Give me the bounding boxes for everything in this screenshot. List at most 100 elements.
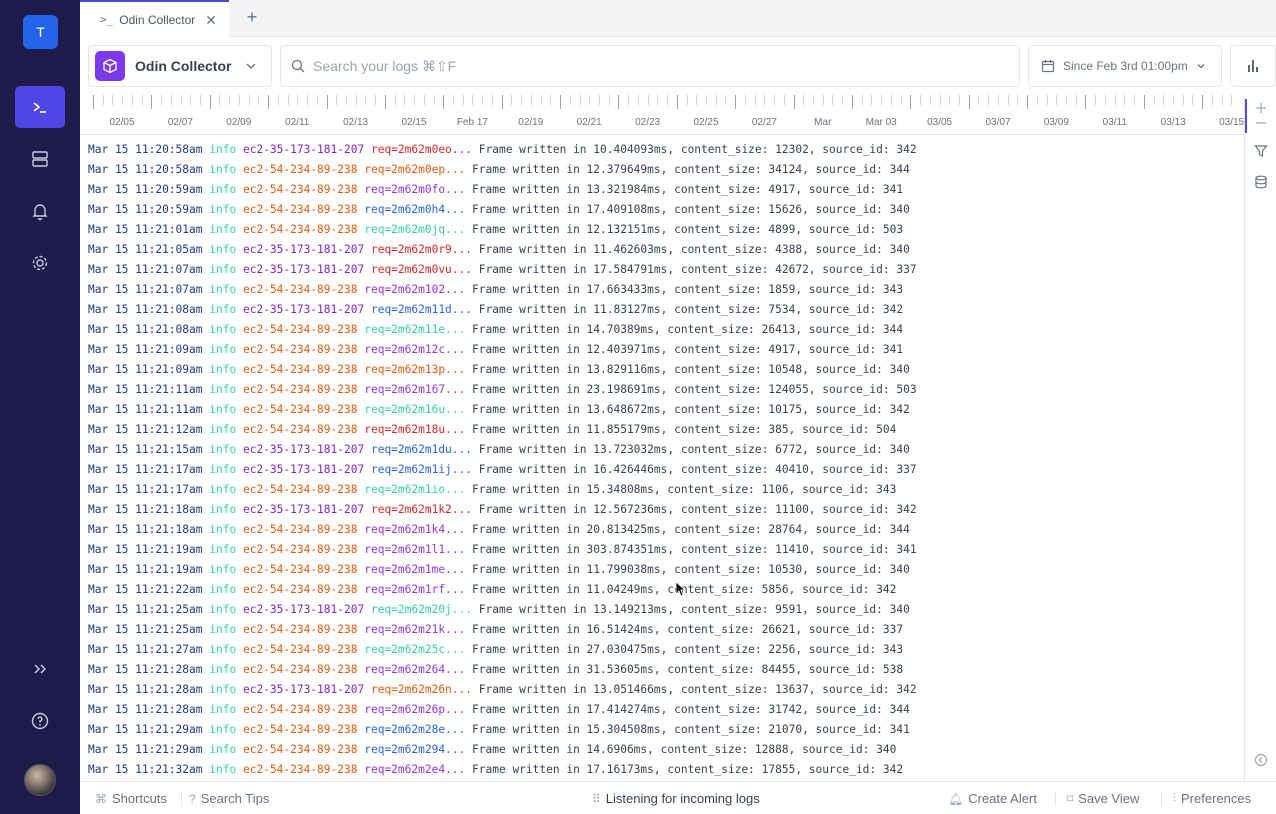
log-level: info [209, 263, 237, 276]
plus-icon [1256, 103, 1266, 113]
terminal-icon: >_ [100, 13, 114, 26]
database-button[interactable] [1253, 174, 1269, 190]
search-tips-button[interactable]: ? Search Tips [189, 791, 269, 806]
log-row[interactable]: Mar 15 11:21:17am info ec2-35-173-181-20… [88, 460, 917, 480]
log-row[interactable]: Mar 15 11:21:28am info ec2-54-234-89-238… [88, 700, 910, 720]
workspace-avatar[interactable]: T [23, 15, 58, 49]
calendar-icon [1041, 60, 1055, 73]
log-row[interactable]: Mar 15 11:21:07am info ec2-35-173-181-20… [88, 260, 917, 280]
timeline-tick [968, 95, 970, 109]
timeline-tick [1036, 95, 1038, 105]
log-row[interactable]: Mar 15 11:21:08am info ec2-54-234-89-238… [88, 320, 903, 340]
log-row[interactable]: Mar 15 11:21:11am info ec2-54-234-89-238… [88, 380, 917, 400]
log-row[interactable]: Mar 15 11:21:27am info ec2-54-234-89-238… [88, 640, 903, 660]
timeline-tick [890, 95, 892, 105]
zoom-in-button[interactable] [1253, 100, 1269, 116]
chart-toggle-button[interactable] [1230, 45, 1276, 87]
log-row[interactable]: Mar 15 11:21:07am info ec2-54-234-89-238… [88, 280, 903, 300]
create-alert-button[interactable]: 🔔︎ Create Alert [948, 791, 1037, 806]
filter-button[interactable] [1253, 143, 1269, 159]
timeline-tick [881, 95, 883, 105]
log-row[interactable]: Mar 15 11:21:08am info ec2-35-173-181-20… [88, 300, 903, 320]
log-request-id: req=2m62m167... [364, 383, 466, 396]
log-host: ec2-54-234-89-238 [242, 643, 358, 656]
log-host: ec2-54-234-89-238 [242, 403, 358, 416]
log-timestamp: Mar 15 11:21:15am [88, 443, 203, 456]
log-row[interactable]: Mar 15 11:21:28am info ec2-35-173-181-20… [88, 680, 917, 700]
log-row[interactable]: Mar 15 11:21:22am info ec2-54-234-89-238… [88, 580, 896, 600]
log-timestamp: Mar 15 11:21:01am [88, 223, 203, 236]
shortcuts-label: Shortcuts [112, 791, 167, 806]
log-row[interactable]: Mar 15 11:21:28am info ec2-54-234-89-238… [88, 660, 903, 680]
timeline-tick [657, 95, 659, 105]
timeline-tick [1007, 95, 1009, 105]
nav-sources-button[interactable] [15, 138, 65, 180]
log-row[interactable]: Mar 15 11:21:29am info ec2-54-234-89-238… [88, 740, 896, 760]
log-row[interactable]: Mar 15 11:20:58am info ec2-54-234-89-238… [88, 160, 910, 180]
nav-settings-button[interactable] [15, 242, 65, 284]
tab-odin-collector[interactable]: >_ Odin Collector ✕ [80, 0, 229, 37]
log-row[interactable]: Mar 15 11:21:32am info ec2-54-234-89-238… [88, 760, 903, 780]
timeline-tick [277, 95, 279, 105]
nav-alerts-button[interactable] [15, 190, 65, 232]
timeline-tick [958, 95, 960, 105]
preferences-button[interactable]: ⫶ Preferences [1173, 791, 1251, 806]
log-request-id: req=2m62m12c... [364, 343, 466, 356]
log-row[interactable]: Mar 15 11:21:19am info ec2-54-234-89-238… [88, 560, 910, 580]
timeline-tick [404, 95, 406, 105]
timeline-tick [355, 95, 357, 105]
save-view-button[interactable]: ⌑ Save View [1067, 791, 1139, 806]
date-range-picker[interactable]: Since Feb 3rd 01:00pm [1028, 45, 1222, 87]
log-row[interactable]: Mar 15 11:21:01am info ec2-54-234-89-238… [88, 220, 903, 240]
log-timestamp: Mar 15 11:21:08am [88, 303, 203, 316]
help-icon [31, 712, 49, 730]
source-selector[interactable]: Odin Collector [88, 45, 272, 87]
help-button[interactable] [15, 700, 65, 742]
timeline-tick [1085, 95, 1087, 109]
zoom-out-button[interactable] [1253, 115, 1269, 131]
log-row[interactable]: Mar 15 11:21:18am info ec2-35-173-181-20… [88, 500, 917, 520]
log-row[interactable]: Mar 15 11:20:59am info ec2-54-234-89-238… [88, 180, 903, 200]
shortcuts-button[interactable]: ⌘ Shortcuts [95, 791, 167, 806]
expand-nav-button[interactable] [15, 648, 65, 690]
log-row[interactable]: Mar 15 11:21:05am info ec2-35-173-181-20… [88, 240, 910, 260]
log-level: info [209, 723, 237, 736]
log-level: info [209, 743, 237, 756]
log-timestamp: Mar 15 11:21:22am [88, 583, 203, 596]
log-request-id: req=2m62m294... [364, 743, 466, 756]
add-tab-button[interactable]: + [242, 7, 262, 28]
timeline[interactable]: 02/05 02/07 02/09 02/11 02/13 02/15 Feb 17 02/1… [80, 95, 1244, 135]
scroll-to-bottom-button[interactable] [1253, 752, 1269, 768]
search-box[interactable] [280, 45, 1020, 87]
log-row[interactable]: Mar 15 11:21:29am info ec2-54-234-89-238… [88, 720, 910, 740]
timeline-tick [501, 95, 503, 109]
nav-logs-button[interactable] [15, 86, 65, 128]
log-list[interactable]: Mar 15 11:20:58am info ec2-35-173-181-20… [80, 135, 1244, 781]
log-row[interactable]: Mar 15 11:21:25am info ec2-54-234-89-238… [88, 620, 903, 640]
user-avatar[interactable] [24, 764, 56, 796]
timeline-tick [414, 95, 416, 105]
log-timestamp: Mar 15 11:21:25am [88, 623, 203, 636]
timeline-tick [920, 95, 922, 105]
log-row[interactable]: Mar 15 11:20:59am info ec2-54-234-89-238… [88, 200, 910, 220]
log-level: info [209, 643, 237, 656]
search-input[interactable] [313, 58, 993, 74]
timeline-label: 03/05 [927, 117, 953, 128]
timeline-tick [472, 95, 474, 105]
log-timestamp: Mar 15 11:21:19am [88, 543, 203, 556]
log-request-id: req=2m62m26p... [364, 703, 466, 716]
timeline-tick [754, 95, 756, 105]
log-row[interactable]: Mar 15 11:21:15am info ec2-35-173-181-20… [88, 440, 910, 460]
log-row[interactable]: Mar 15 11:21:09am info ec2-54-234-89-238… [88, 360, 910, 380]
log-row[interactable]: Mar 15 11:21:12am info ec2-54-234-89-238… [88, 420, 896, 440]
log-row[interactable]: Mar 15 11:21:09am info ec2-54-234-89-238… [88, 340, 903, 360]
timeline-label: 02/05 [109, 117, 135, 128]
log-row[interactable]: Mar 15 11:21:11am info ec2-54-234-89-238… [88, 400, 910, 420]
close-icon[interactable]: ✕ [205, 12, 217, 29]
log-row[interactable]: Mar 15 11:21:19am info ec2-54-234-89-238… [88, 540, 917, 560]
log-row[interactable]: Mar 15 11:21:25am info ec2-35-173-181-20… [88, 600, 910, 620]
timeline-tick [229, 95, 231, 105]
log-row[interactable]: Mar 15 11:21:17am info ec2-54-234-89-238… [88, 480, 896, 500]
log-row[interactable]: Mar 15 11:21:18am info ec2-54-234-89-238… [88, 520, 910, 540]
log-row[interactable]: Mar 15 11:20:58am info ec2-35-173-181-20… [88, 140, 917, 160]
